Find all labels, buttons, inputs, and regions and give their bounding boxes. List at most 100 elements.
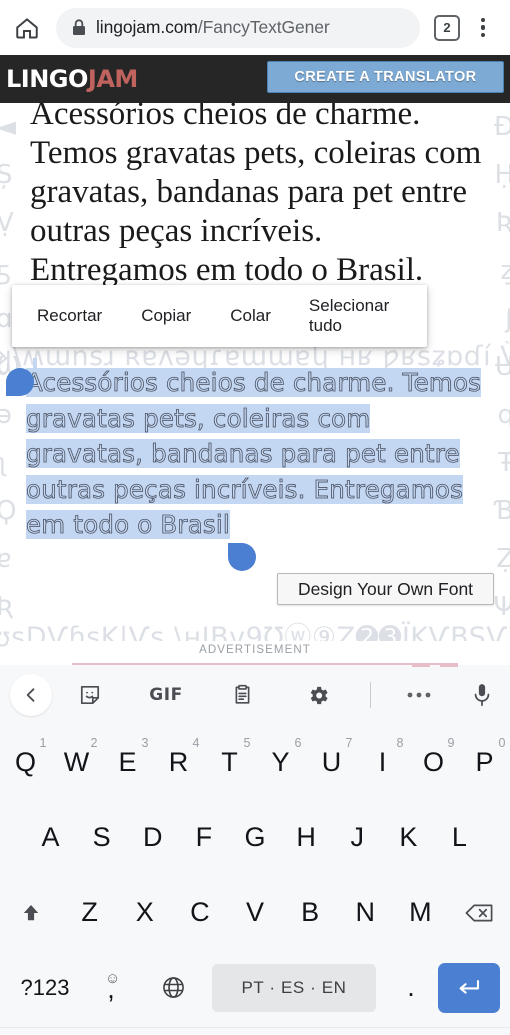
ad-marker-2 — [440, 663, 458, 667]
keyboard-row-1: 1Q 2W 3E 4R 5T 6Y 7U 8I 9O 0P — [0, 725, 510, 800]
key-e[interactable]: 3E — [102, 725, 153, 800]
key-i[interactable]: 8I — [357, 725, 408, 800]
key-label: O — [422, 747, 444, 777]
url-text: lingojam.com/FancyTextGener — [96, 17, 330, 38]
advertisement-container: ADVERTISEMENT — [8, 641, 502, 667]
home-icon[interactable] — [10, 11, 44, 45]
key-hint: 5 — [243, 736, 251, 750]
shift-key[interactable] — [0, 875, 62, 950]
key-hint: 1 — [39, 736, 47, 750]
key-hint: 2 — [90, 736, 98, 750]
gif-icon[interactable]: GIF — [128, 685, 204, 705]
key-x[interactable]: X — [117, 875, 172, 950]
key-hint: 4 — [192, 736, 200, 750]
key-q[interactable]: 1Q — [0, 725, 51, 800]
keyboard-row-4: ?123 ☺ , PT · ES · EN . — [0, 950, 510, 1025]
key-label: U — [321, 747, 342, 777]
url-bar[interactable]: lingojam.com/FancyTextGener — [56, 7, 420, 48]
key-w[interactable]: 2W — [51, 725, 102, 800]
key-z[interactable]: Z — [62, 875, 117, 950]
ad-divider — [72, 663, 447, 665]
key-hint: 9 — [447, 736, 455, 750]
key-hint: 0 — [498, 736, 506, 750]
key-d[interactable]: D — [127, 800, 178, 875]
screen: lingojam.com/FancyTextGener 2 LINGOJAM C… — [0, 0, 510, 1035]
lingojam-logo[interactable]: LINGOJAM — [6, 67, 138, 91]
keyboard-row-3: Z X C V B N M — [0, 875, 510, 950]
gear-icon[interactable] — [280, 684, 356, 707]
key-g[interactable]: G — [229, 800, 280, 875]
context-menu-item-select-all[interactable]: Selecionar tudo — [309, 296, 427, 336]
tab-switcher-button[interactable]: 2 — [434, 14, 460, 41]
key-r[interactable]: 4R — [153, 725, 204, 800]
comma-label: , — [107, 974, 115, 1004]
output-text-area[interactable]: Acessórios cheios de charme. Temos grava… — [26, 365, 486, 543]
key-j[interactable]: J — [332, 800, 383, 875]
key-b[interactable]: B — [283, 875, 338, 950]
sticker-icon[interactable] — [52, 683, 128, 707]
create-translator-button[interactable]: CREATE A TRANSLATOR — [267, 61, 504, 93]
key-label: E — [118, 747, 137, 777]
key-f[interactable]: F — [178, 800, 229, 875]
advertisement-label: ADVERTISEMENT — [199, 644, 311, 656]
kebab-menu-icon[interactable] — [466, 11, 500, 45]
back-icon[interactable] — [10, 674, 52, 716]
backspace-key[interactable] — [448, 875, 510, 950]
enter-key[interactable] — [438, 962, 500, 1013]
source-text-input[interactable]: Acessórios cheios de charme. Temos grava… — [30, 103, 485, 290]
key-o[interactable]: 9O — [408, 725, 459, 800]
key-s[interactable]: S — [76, 800, 127, 875]
more-icon[interactable] — [384, 691, 454, 699]
key-label: T — [221, 747, 238, 777]
browser-toolbar: lingojam.com/FancyTextGener 2 — [0, 0, 510, 55]
comma-key[interactable]: ☺ , — [84, 950, 142, 1025]
key-label: P — [475, 747, 494, 777]
key-label: I — [378, 747, 387, 777]
key-p[interactable]: 0P — [459, 725, 510, 800]
ad-marker-1 — [412, 663, 430, 667]
key-hint: 3 — [141, 736, 149, 750]
globe-key[interactable] — [142, 975, 204, 1000]
key-label: Q — [14, 747, 36, 777]
key-u[interactable]: 7U — [306, 725, 357, 800]
logo-lingo: LINGO — [6, 65, 88, 93]
key-h[interactable]: H — [281, 800, 332, 875]
key-v[interactable]: V — [227, 875, 282, 950]
keyboard-bottom-bar — [0, 1027, 510, 1035]
logo-jam: JAM — [87, 65, 138, 93]
microphone-icon[interactable] — [454, 682, 510, 708]
context-menu-item-copy[interactable]: Copiar — [141, 306, 191, 326]
context-menu-item-paste[interactable]: Colar — [230, 306, 271, 326]
key-a[interactable]: A — [25, 800, 76, 875]
space-key[interactable]: PT · ES · EN — [212, 963, 376, 1012]
key-k[interactable]: K — [383, 800, 434, 875]
key-m[interactable]: M — [393, 875, 448, 950]
selection-handle-start[interactable] — [6, 368, 34, 396]
keyboard-toolbar: GIF — [0, 665, 510, 725]
toolbar-divider — [356, 682, 384, 708]
key-c[interactable]: C — [172, 875, 227, 950]
key-y[interactable]: 6Y — [255, 725, 306, 800]
key-t[interactable]: 5T — [204, 725, 255, 800]
context-menu-item-cut[interactable]: Recortar — [37, 306, 102, 326]
url-path: /FancyTextGener — [197, 17, 330, 37]
key-n[interactable]: N — [338, 875, 393, 950]
clipboard-icon[interactable] — [204, 683, 280, 707]
key-label: W — [63, 747, 90, 777]
key-hint: 7 — [345, 736, 353, 750]
tab-count-label: 2 — [443, 20, 451, 35]
selected-text[interactable]: Acessórios cheios de charme. Temos grava… — [26, 368, 482, 540]
url-domain: lingojam.com — [96, 17, 198, 37]
selection-handle-end[interactable] — [228, 543, 256, 571]
key-l[interactable]: L — [434, 800, 485, 875]
selection-caret — [33, 358, 37, 370]
design-your-own-font-tooltip[interactable]: Design Your Own Font — [277, 573, 494, 605]
text-context-menu: Recortar Copiar Colar Selecionar tudo — [12, 285, 427, 347]
on-screen-keyboard: G I F 1 Q 2 W 3 E 4 R 5 T 6 Y 7 U 8 I 9 O … — [0, 665, 510, 1035]
key-hint: 8 — [396, 736, 404, 750]
lock-icon — [72, 19, 86, 36]
site-header: LINGOJAM CREATE A TRANSLATOR — [0, 55, 510, 103]
symbols-key[interactable]: ?123 — [6, 975, 84, 1001]
gif-label: GIF — [149, 685, 183, 705]
period-key[interactable]: . — [384, 972, 438, 1003]
